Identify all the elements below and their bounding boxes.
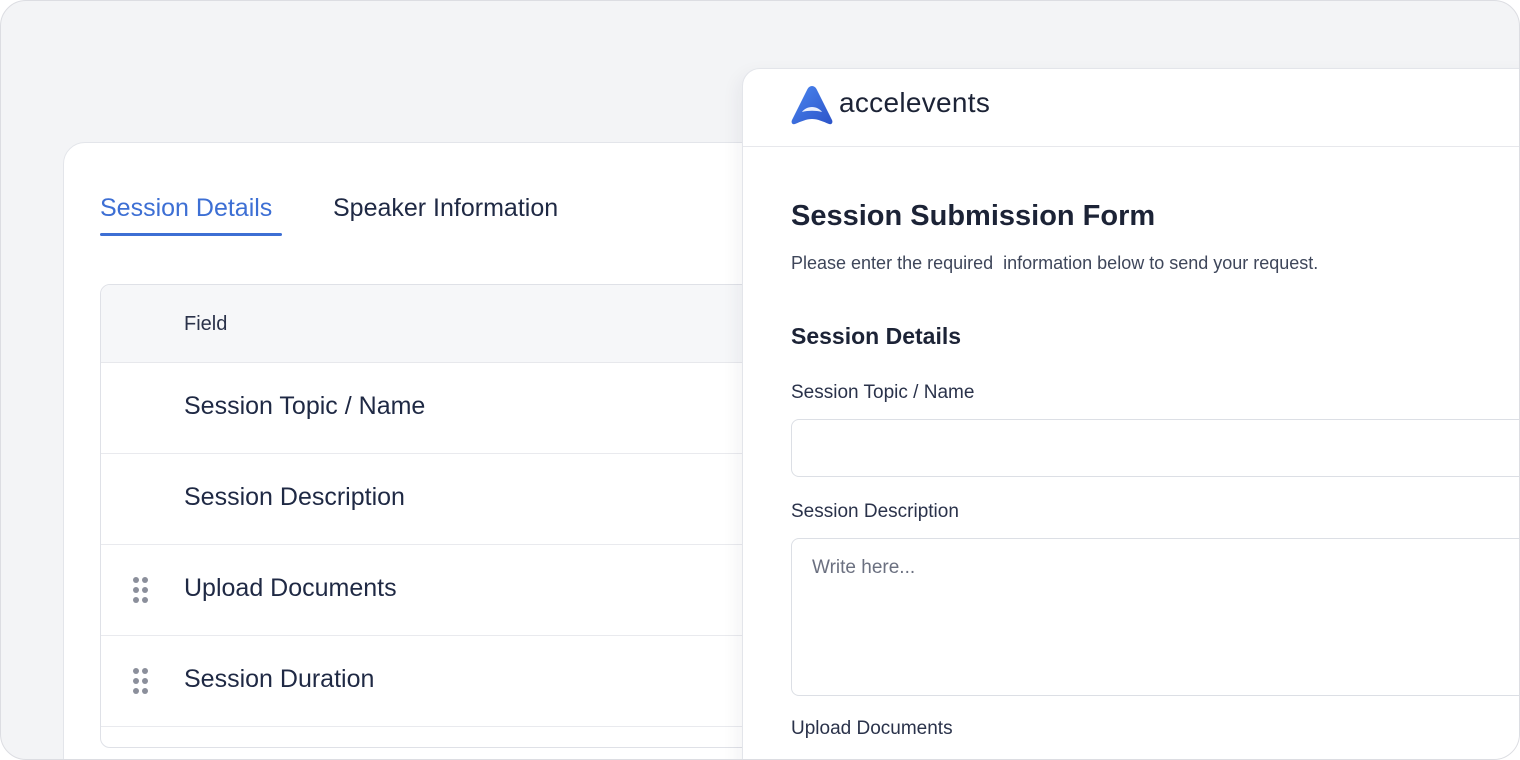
form-subtitle: Please enter the required information be… bbox=[791, 253, 1319, 273]
table-row[interactable]: Session Duration bbox=[101, 636, 825, 727]
table-row[interactable]: Session Topic / Name bbox=[101, 363, 825, 454]
app-frame: Session Details Speaker Information Fiel… bbox=[0, 0, 1520, 760]
session-description-textarea[interactable] bbox=[791, 538, 1519, 696]
section-title: Session Details bbox=[791, 323, 962, 349]
drag-handle-icon[interactable] bbox=[133, 668, 151, 694]
row-label: Upload Documents bbox=[184, 574, 397, 602]
form-preview-card: accelevents Session Submission Form Plea… bbox=[742, 68, 1519, 759]
row-label: Session Description bbox=[184, 483, 405, 511]
field-label-session-description: Session Description bbox=[791, 501, 959, 522]
table-header: Field bbox=[101, 285, 825, 363]
tab-session-details[interactable]: Session Details bbox=[100, 193, 283, 236]
brand-name: accelevents bbox=[839, 87, 991, 118]
form-builder-card: Session Details Speaker Information Fiel… bbox=[63, 142, 826, 759]
column-header-field: Field bbox=[184, 313, 228, 335]
row-label: Session Topic / Name bbox=[184, 392, 426, 420]
field-label-session-topic: Session Topic / Name bbox=[791, 382, 975, 403]
table-row[interactable]: Upload Documents bbox=[101, 545, 825, 636]
form-title: Session Submission Form bbox=[791, 200, 1156, 232]
session-topic-input[interactable] bbox=[791, 419, 1519, 477]
accelevents-logo-icon bbox=[791, 86, 833, 125]
field-label-upload-documents: Upload Documents bbox=[791, 718, 953, 739]
tab-speaker-information[interactable]: Speaker Information bbox=[333, 193, 558, 223]
table-row[interactable]: Session Description bbox=[101, 454, 825, 545]
preview-header: accelevents bbox=[743, 69, 1519, 147]
row-label: Session Duration bbox=[184, 665, 375, 693]
drag-handle-icon[interactable] bbox=[133, 577, 151, 603]
fields-table: Field Session Topic / Name Session Descr… bbox=[100, 284, 826, 748]
